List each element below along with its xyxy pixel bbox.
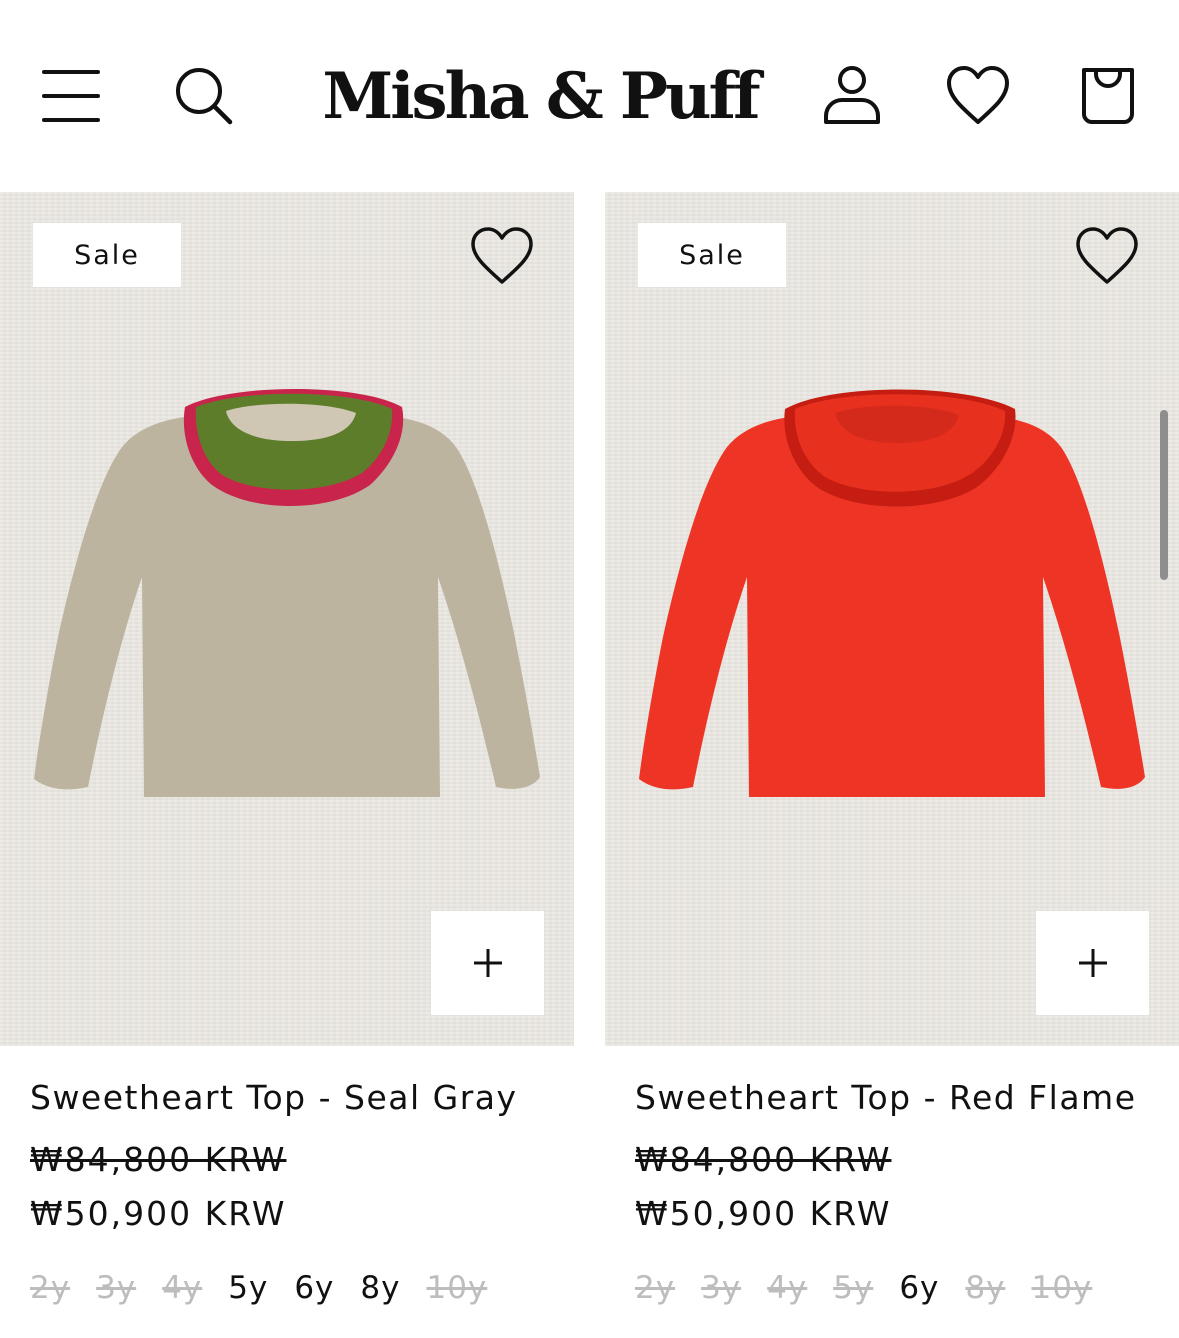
size-option[interactable]: 5y xyxy=(833,1270,873,1306)
sweetheart-top-seal-gray-image xyxy=(30,387,544,807)
size-option[interactable]: 3y xyxy=(701,1270,741,1306)
product-image[interactable]: Sale xyxy=(605,192,1179,1046)
size-option[interactable]: 10y xyxy=(426,1270,487,1306)
product-image[interactable]: Sale xyxy=(0,192,574,1046)
size-list: 2y 3y 4y 5y 6y 8y 10y xyxy=(635,1270,1092,1306)
quick-add-button[interactable] xyxy=(1036,911,1149,1015)
add-to-wishlist-heart-icon[interactable] xyxy=(470,226,534,286)
cart-icon[interactable] xyxy=(1076,64,1140,128)
menu-icon[interactable] xyxy=(40,64,104,128)
site-header: Misha & Puff xyxy=(0,0,1179,192)
size-option[interactable]: 8y xyxy=(360,1270,400,1306)
brand-logo[interactable]: Misha & Puff xyxy=(270,52,810,142)
plus-icon xyxy=(1078,949,1107,977)
wishlist-icon[interactable] xyxy=(946,64,1010,128)
size-option[interactable]: 6y xyxy=(899,1270,939,1306)
sale-price: ₩50,900 KRW xyxy=(635,1194,892,1233)
scrollbar[interactable] xyxy=(1160,410,1168,580)
add-to-wishlist-heart-icon[interactable] xyxy=(1075,226,1139,286)
plus-icon xyxy=(473,949,502,977)
search-icon[interactable] xyxy=(172,64,236,128)
sweetheart-top-red-flame-image xyxy=(635,387,1149,807)
quick-add-button[interactable] xyxy=(431,911,544,1015)
size-option[interactable]: 4y xyxy=(767,1270,807,1306)
size-option[interactable]: 6y xyxy=(294,1270,334,1306)
sale-badge: Sale xyxy=(638,223,786,287)
size-option[interactable]: 10y xyxy=(1031,1270,1092,1306)
size-option[interactable]: 2y xyxy=(635,1270,675,1306)
size-option[interactable]: 5y xyxy=(228,1270,268,1306)
product-title[interactable]: Sweetheart Top - Seal Gray xyxy=(30,1078,570,1117)
size-option[interactable]: 2y xyxy=(30,1270,70,1306)
product-title[interactable]: Sweetheart Top - Red Flame xyxy=(635,1078,1175,1117)
size-list: 2y 3y 4y 5y 6y 8y 10y xyxy=(30,1270,487,1306)
product-card-red-flame[interactable]: Sale Sweetheart Top - Red Flame ₩84,800 … xyxy=(605,192,1179,1338)
sale-price: ₩50,900 KRW xyxy=(30,1194,287,1233)
product-card-seal-gray[interactable]: Sale Sweetheart Top - Seal Gray ₩84,800 … xyxy=(0,192,574,1338)
original-price: ₩84,800 KRW xyxy=(30,1140,287,1179)
size-option[interactable]: 8y xyxy=(965,1270,1005,1306)
original-price: ₩84,800 KRW xyxy=(635,1140,892,1179)
size-option[interactable]: 4y xyxy=(162,1270,202,1306)
account-icon[interactable] xyxy=(820,64,884,128)
size-option[interactable]: 3y xyxy=(96,1270,136,1306)
sale-badge: Sale xyxy=(33,223,181,287)
